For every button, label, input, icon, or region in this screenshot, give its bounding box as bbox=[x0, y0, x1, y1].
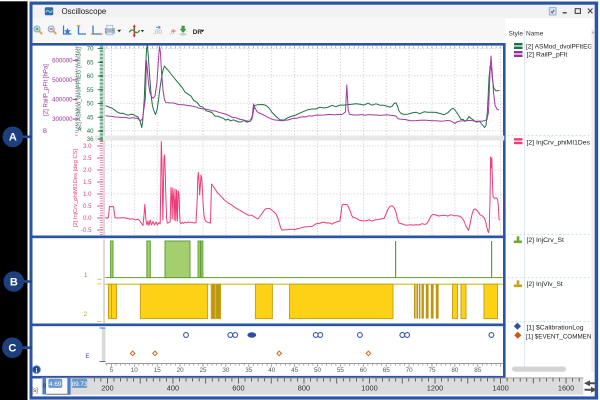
svg-text:300000: 300000 bbox=[52, 116, 73, 123]
svg-text:1.5: 1.5 bbox=[83, 179, 92, 186]
svg-text:89.73: 89.73 bbox=[72, 381, 88, 388]
svg-text:20: 20 bbox=[177, 367, 185, 374]
svg-text:36: 36 bbox=[87, 136, 94, 143]
svg-text:30: 30 bbox=[222, 367, 230, 374]
svg-text:5: 5 bbox=[110, 367, 114, 374]
svg-text:40: 40 bbox=[87, 128, 94, 135]
svg-text:[2] ASMod_dvolPFltEG [mm3/s]: [2] ASMod_dvolPFltEG [mm3/s] bbox=[77, 47, 83, 129]
svg-text:[2] ASMod_dvolPFltEG: [2] ASMod_dvolPFltEG bbox=[526, 43, 592, 50]
svg-text:55: 55 bbox=[87, 87, 94, 94]
svg-text:2.5: 2.5 bbox=[83, 155, 92, 162]
svg-text:,00: ,00 bbox=[153, 29, 162, 36]
svg-text:25: 25 bbox=[199, 367, 207, 374]
svg-text:60: 60 bbox=[360, 367, 368, 374]
svg-text:[2] InjVlv_St: [2] InjVlv_St bbox=[527, 281, 563, 288]
svg-text:50: 50 bbox=[87, 101, 94, 108]
svg-text:45: 45 bbox=[87, 114, 94, 121]
svg-text:4.69: 4.69 bbox=[49, 381, 62, 388]
svg-text:[s]: [s] bbox=[32, 388, 39, 394]
svg-text:-0.5: -0.5 bbox=[81, 227, 92, 234]
svg-text:0.0: 0.0 bbox=[83, 215, 92, 222]
svg-text:60: 60 bbox=[87, 73, 94, 80]
svg-text:★: ★ bbox=[63, 26, 72, 37]
svg-text:600000: 600000 bbox=[52, 57, 73, 64]
svg-text:[2] RailP_pFlt [hPa]: [2] RailP_pFlt [hPa] bbox=[44, 64, 50, 116]
svg-text:0.5: 0.5 bbox=[83, 203, 92, 210]
svg-text:70: 70 bbox=[87, 46, 94, 53]
svg-text:400000: 400000 bbox=[52, 97, 73, 104]
svg-text:[2] InjCrv_phiMI1Des [deg CS]: [2] InjCrv_phiMI1Des [deg CS] bbox=[73, 148, 79, 227]
svg-text:C: C bbox=[8, 343, 16, 355]
svg-text:65: 65 bbox=[383, 367, 391, 374]
svg-text:A: A bbox=[78, 128, 82, 134]
svg-text:1000: 1000 bbox=[361, 384, 377, 393]
svg-text:[1] $EVENT_COMMENTS: [1] $EVENT_COMMENTS bbox=[526, 333, 599, 340]
svg-text:B: B bbox=[43, 129, 47, 135]
svg-text:200: 200 bbox=[101, 384, 113, 393]
svg-text:1600: 1600 bbox=[558, 384, 574, 393]
svg-text:500000: 500000 bbox=[52, 77, 73, 84]
svg-text:[2] InjCrv_phiMI1Des: [2] InjCrv_phiMI1Des bbox=[527, 139, 591, 146]
svg-text:Name: Name bbox=[526, 31, 544, 38]
svg-text:400: 400 bbox=[167, 384, 179, 393]
svg-text:1.0: 1.0 bbox=[83, 191, 92, 198]
svg-text:[2] RailP_pFlt: [2] RailP_pFlt bbox=[527, 51, 568, 58]
svg-text:65: 65 bbox=[87, 59, 94, 66]
svg-text:55: 55 bbox=[337, 367, 345, 374]
svg-text:Style: Style bbox=[509, 31, 524, 38]
svg-text:E: E bbox=[85, 353, 89, 360]
svg-text:A: A bbox=[9, 132, 17, 144]
svg-text:80: 80 bbox=[451, 367, 459, 374]
svg-text:i: i bbox=[36, 367, 38, 374]
svg-text:3.0: 3.0 bbox=[83, 143, 92, 150]
svg-text:45: 45 bbox=[291, 367, 299, 374]
svg-text:70: 70 bbox=[406, 367, 414, 374]
svg-text:[2] InjCrv_St: [2] InjCrv_St bbox=[527, 237, 565, 244]
svg-text:1400: 1400 bbox=[492, 384, 508, 393]
svg-text:0: 0 bbox=[43, 384, 46, 390]
svg-text:85: 85 bbox=[474, 367, 482, 374]
svg-text:2.0: 2.0 bbox=[83, 167, 92, 174]
svg-text:[1] $CalibrationLog: [1] $CalibrationLog bbox=[527, 324, 584, 331]
svg-text:1200: 1200 bbox=[427, 384, 443, 393]
svg-text:35: 35 bbox=[245, 367, 253, 374]
svg-text:B: B bbox=[10, 276, 18, 288]
svg-text:50: 50 bbox=[314, 367, 322, 374]
svg-text:Oscilloscope: Oscilloscope bbox=[62, 7, 107, 16]
svg-text:600: 600 bbox=[232, 384, 244, 393]
svg-text:75: 75 bbox=[428, 367, 436, 374]
svg-text:40: 40 bbox=[268, 367, 276, 374]
svg-text:15: 15 bbox=[154, 367, 162, 374]
svg-text:10: 10 bbox=[131, 367, 139, 374]
svg-text:800: 800 bbox=[298, 384, 310, 393]
